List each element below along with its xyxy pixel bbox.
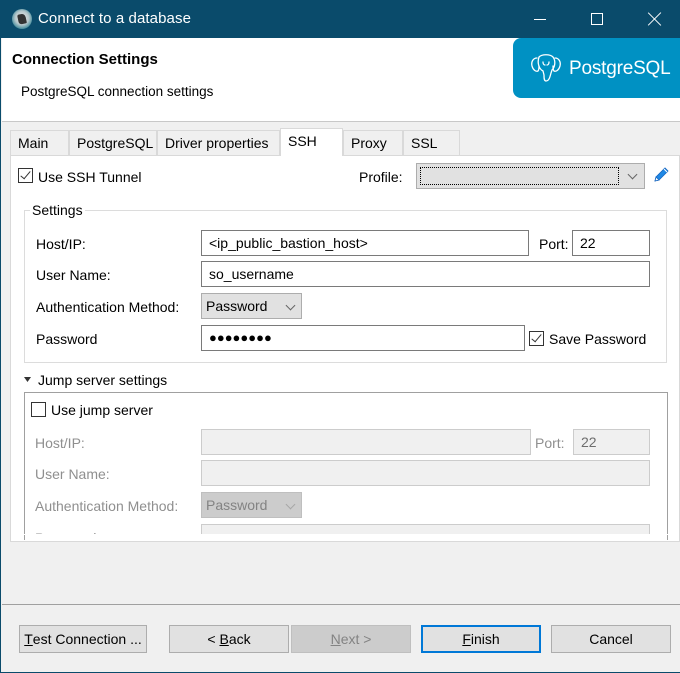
test-connection-button[interactable]: Test Connection ... [19, 625, 147, 653]
auth-method-value: Password [206, 298, 268, 314]
jump-server-section-title[interactable]: Jump server settings [38, 372, 167, 388]
edit-profile-pencil-icon[interactable] [652, 166, 670, 184]
minimize-icon [534, 18, 546, 20]
title-bar[interactable]: Connect to a database [1, 0, 680, 38]
expand-triangle-icon[interactable] [23, 375, 32, 384]
password-label: Password [36, 331, 98, 347]
jump-port-label: Port: [535, 435, 565, 451]
port-label: Port: [539, 236, 569, 252]
tab-ssh[interactable]: SSH [280, 128, 343, 156]
port-input[interactable]: 22 [572, 230, 650, 256]
settings-group-title: Settings [30, 202, 85, 218]
jump-username-input[interactable] [201, 460, 650, 486]
chevron-down-icon [285, 300, 296, 311]
tab-main[interactable]: Main [10, 130, 69, 156]
finish-mnemonic: F [462, 631, 471, 647]
save-password-label: Save Password [549, 331, 647, 347]
username-label: User Name: [36, 267, 111, 283]
jump-auth-method-value: Password [206, 497, 268, 513]
use-jump-server-checkbox[interactable] [31, 402, 46, 417]
jump-group-clip-edge [24, 534, 668, 535]
tab-proxy[interactable]: Proxy [343, 130, 403, 156]
finish-button[interactable]: Finish [421, 625, 541, 653]
auth-method-label: Authentication Method: [36, 299, 180, 315]
page-subtitle: PostgreSQL connection settings [21, 84, 214, 99]
profile-select[interactable] [416, 163, 645, 189]
host-input[interactable]: <ip_public_bastion_host> [201, 230, 529, 256]
tab-postgresql[interactable]: PostgreSQL [69, 130, 157, 156]
maximize-icon [591, 13, 603, 25]
auth-method-select[interactable]: Password [201, 293, 302, 319]
postgresql-logo: PostgreSQL [513, 38, 680, 98]
back-button[interactable]: < Back [169, 625, 289, 653]
next-label: ext > [340, 631, 372, 647]
host-label: Host/IP: [36, 236, 86, 252]
cancel-button[interactable]: Cancel [551, 625, 671, 653]
chevron-down-icon [627, 169, 638, 180]
test-connection-label: est Connection ... [32, 631, 142, 647]
next-button[interactable]: Next > [291, 625, 411, 653]
jump-server-content: Use jump server Host/IP: Port: 22 User N… [25, 393, 667, 534]
page-title: Connection Settings [12, 51, 158, 68]
back-mnemonic: B [219, 631, 229, 647]
tab-driver-properties[interactable]: Driver properties [157, 130, 280, 156]
maximize-button[interactable] [568, 0, 626, 38]
next-mnemonic: N [330, 631, 341, 647]
dbeaver-app-icon [12, 9, 32, 29]
footer-separator [2, 604, 680, 605]
minimize-button[interactable] [511, 0, 569, 38]
jump-username-label: User Name: [35, 466, 110, 482]
password-input[interactable]: ●●●●●●●● [201, 325, 525, 351]
use-ssh-tunnel-checkbox[interactable] [18, 168, 33, 183]
jump-password-input[interactable] [201, 524, 650, 534]
save-password-checkbox[interactable] [529, 331, 544, 346]
wizard-header: Connection Settings PostgreSQL connectio… [2, 38, 680, 122]
back-label: ack [228, 631, 251, 647]
username-input[interactable]: so_username [201, 261, 650, 287]
tab-ssl[interactable]: SSL [403, 130, 460, 156]
profile-label: Profile: [359, 169, 403, 185]
back-label-pre: < [207, 631, 220, 647]
postgresql-elephant-icon [531, 54, 561, 82]
jump-host-label: Host/IP: [35, 435, 85, 451]
use-jump-server-label: Use jump server [51, 402, 153, 418]
chevron-down-icon [285, 499, 296, 510]
profile-focus-ring [420, 167, 619, 185]
close-button[interactable] [626, 0, 680, 38]
ssh-panel: Use SSH Tunnel Profile: Settings Host/IP… [10, 155, 680, 542]
use-ssh-tunnel-label: Use SSH Tunnel [38, 169, 142, 185]
jump-port-input[interactable]: 22 [573, 429, 650, 455]
finish-label: inish [470, 631, 500, 647]
close-icon [648, 12, 662, 26]
jump-host-input[interactable] [201, 429, 531, 455]
test-connection-mnemonic: T [24, 631, 33, 647]
jump-auth-method-select[interactable]: Password [201, 492, 302, 518]
window-title: Connect to a database [38, 10, 192, 27]
jump-auth-method-label: Authentication Method: [35, 498, 179, 514]
postgresql-brand-label: PostgreSQL [569, 58, 671, 79]
connect-dialog: Connect to a database Connection Setting… [0, 0, 680, 673]
